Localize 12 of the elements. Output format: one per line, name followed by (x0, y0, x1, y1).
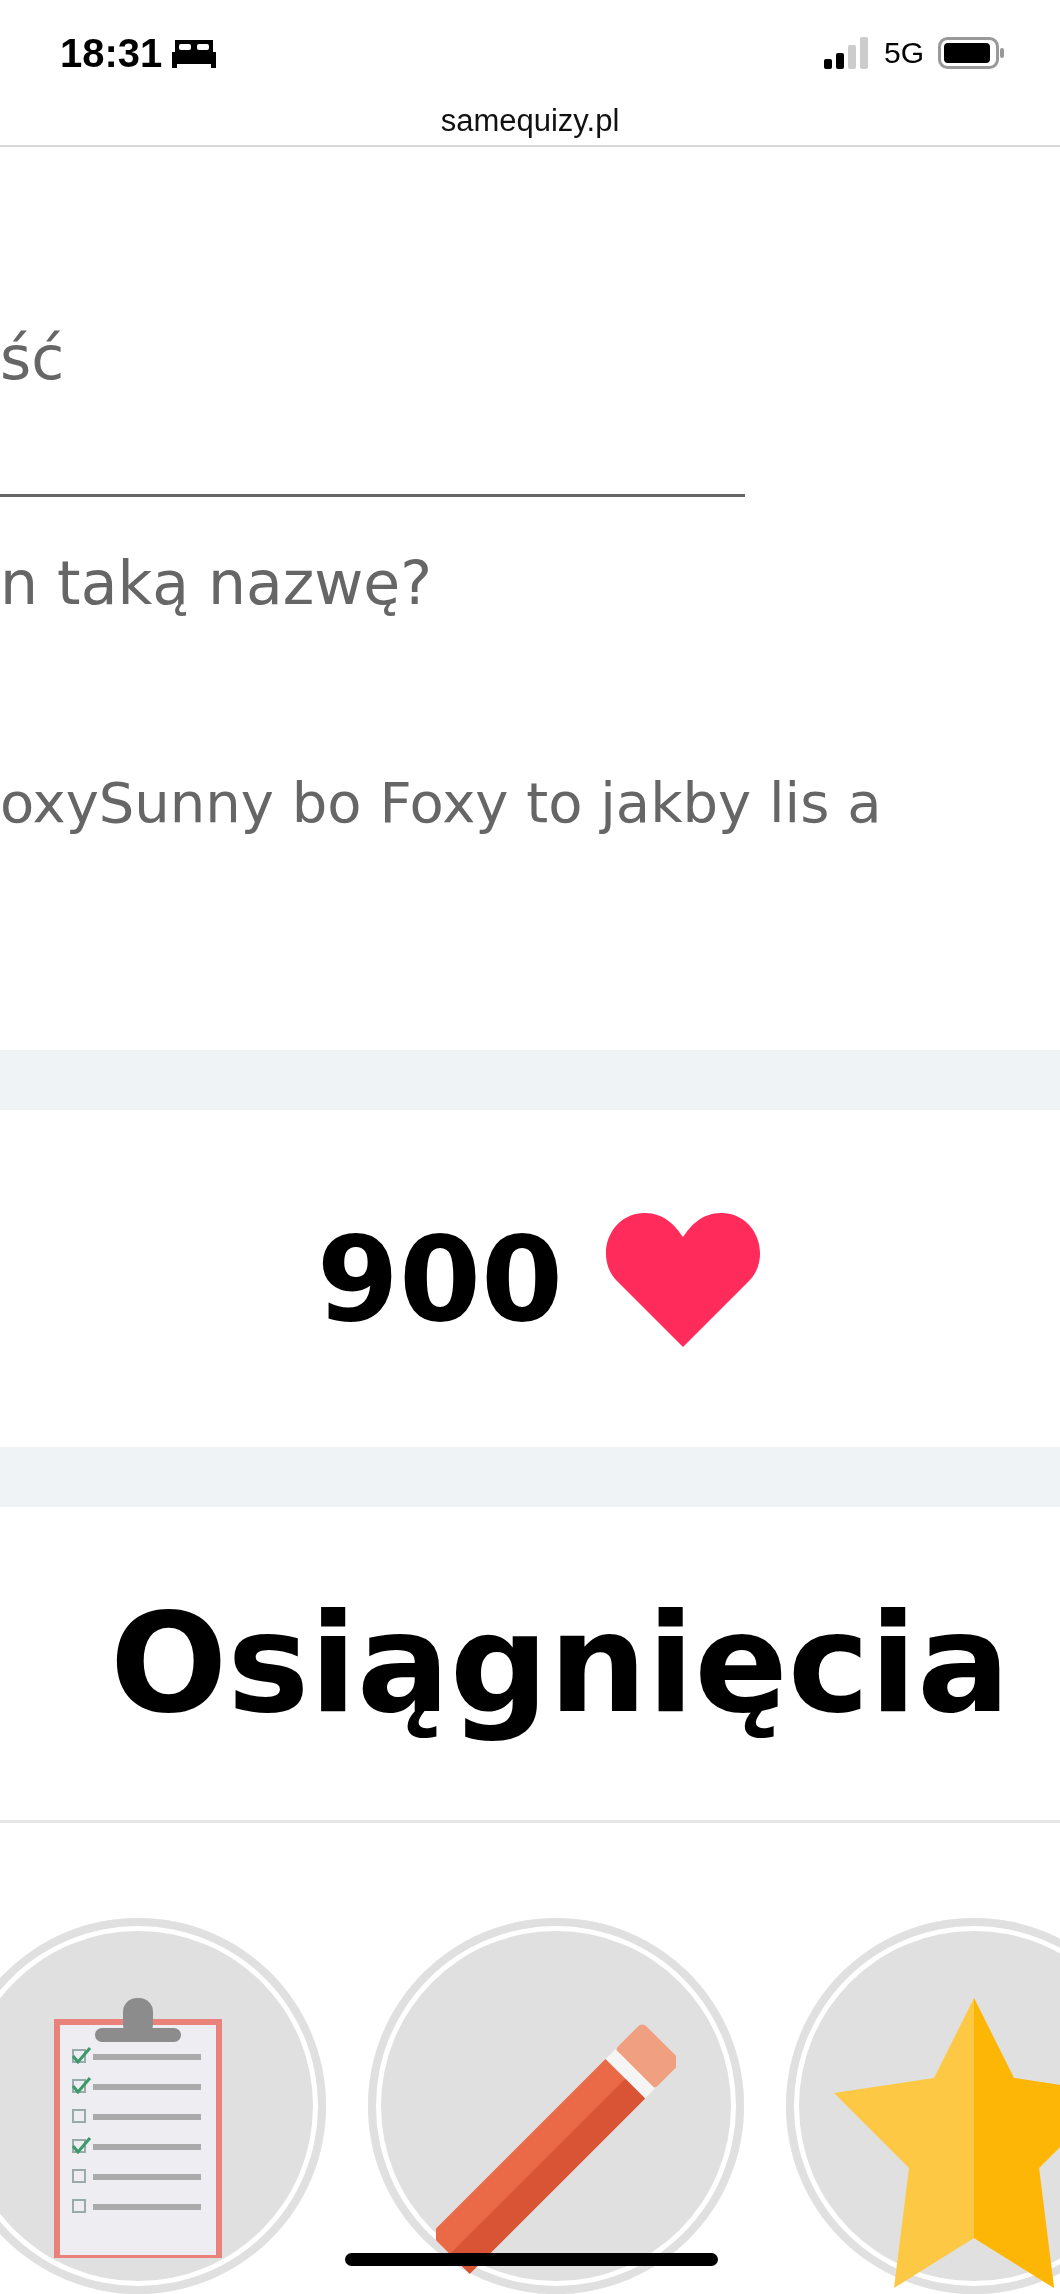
signal-icon (823, 37, 870, 70)
question-text: ść (0, 321, 65, 394)
question-text: n taką nazwę? (0, 546, 433, 619)
bed-icon (172, 38, 217, 69)
achievements-title: Osiągnięcia (109, 1583, 1010, 1744)
status-time: 18:31 (60, 30, 163, 76)
battery-icon (938, 37, 1004, 70)
answer-text: oxySunny bo Foxy to jakby lis a (0, 768, 882, 836)
network-label: 5G (883, 36, 924, 71)
clipboard-icon (53, 1998, 223, 2258)
likes-count: 900 (316, 1209, 564, 1348)
url-text[interactable]: samequizy.pl (440, 102, 620, 139)
